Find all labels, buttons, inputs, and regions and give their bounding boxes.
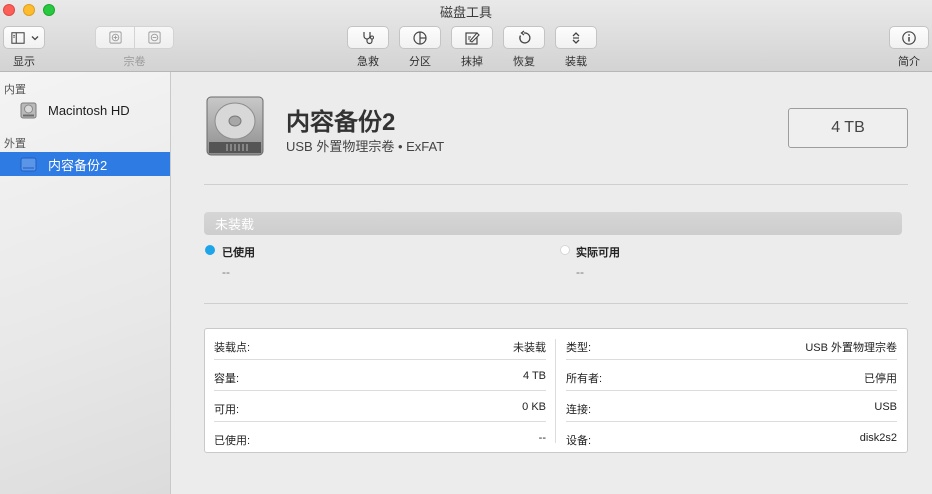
detail-row: 容量: 4 TB xyxy=(214,360,546,391)
sidebar-header-external: 外置 xyxy=(4,138,26,150)
internal-disk-icon xyxy=(20,102,37,118)
erase-icon xyxy=(465,31,480,45)
erase-label: 抹掉 xyxy=(461,56,483,68)
detail-value: USB 外置物理宗卷 xyxy=(805,342,897,354)
used-legend-label: 已使用 xyxy=(222,247,255,259)
detail-row: 可用: 0 KB xyxy=(214,391,546,422)
sidebar-item-label: Macintosh HD xyxy=(48,102,130,118)
available-legend-dot xyxy=(560,245,570,255)
erase-button[interactable] xyxy=(451,26,493,49)
info-button[interactable] xyxy=(889,26,929,49)
detail-key: 装载点: xyxy=(214,342,251,354)
mount-icon xyxy=(572,31,580,44)
restore-button[interactable] xyxy=(503,26,545,49)
hard-disk-icon xyxy=(206,96,264,156)
stethoscope-icon xyxy=(363,31,374,44)
divider xyxy=(204,184,908,185)
volume-name: 内容备份2 xyxy=(286,109,396,136)
remove-volume-button[interactable] xyxy=(134,27,173,48)
available-legend-label: 实际可用 xyxy=(576,247,620,259)
divider xyxy=(204,303,908,304)
first-aid-label: 急救 xyxy=(357,56,379,68)
details-table: 装载点: 未装载 容量: 4 TB 可用: 0 KB 已使用: -- 类型: U… xyxy=(204,328,908,453)
used-legend-dot xyxy=(205,245,215,255)
add-volume-button[interactable] xyxy=(96,27,134,48)
detail-value: USB xyxy=(874,401,897,413)
add-volume-icon xyxy=(108,31,122,44)
detail-key: 设备: xyxy=(566,435,592,447)
volume-label: 宗卷 xyxy=(123,56,146,68)
restore-icon xyxy=(519,29,531,44)
column-separator xyxy=(555,339,556,443)
info-icon xyxy=(902,30,916,45)
detail-key: 容量: xyxy=(214,373,240,385)
remove-volume-icon xyxy=(147,31,161,44)
detail-row: 连接: USB xyxy=(566,391,897,422)
sidebar-item-label: 内容备份2 xyxy=(48,157,108,173)
detail-key: 已使用: xyxy=(214,435,251,447)
mount-label: 装载 xyxy=(565,56,587,68)
detail-value: disk2s2 xyxy=(859,432,897,444)
info-label: 简介 xyxy=(898,56,920,68)
volume-subtitle: USB 外置物理宗卷 • ExFAT xyxy=(286,139,445,154)
window-title: 磁盘工具 xyxy=(439,5,492,20)
usage-bar: 未装载 xyxy=(204,212,902,235)
detail-row: 所有者: 已停用 xyxy=(566,360,897,391)
main-panel: 内容备份2 USB 外置物理宗卷 • ExFAT 4 TB 未装载 已使用 --… xyxy=(172,72,932,494)
partition-icon xyxy=(413,30,427,45)
mount-button[interactable] xyxy=(555,26,597,49)
available-value: -- xyxy=(576,265,584,279)
sidebar-item-backup-volume[interactable]: 内容备份2 xyxy=(0,152,170,176)
detail-row: 类型: USB 外置物理宗卷 xyxy=(566,329,897,360)
detail-key: 所有者: xyxy=(566,373,603,385)
first-aid-button[interactable] xyxy=(347,26,389,49)
detail-row: 装载点: 未装载 xyxy=(214,329,546,360)
detail-value: 未装载 xyxy=(513,342,546,354)
external-disk-icon xyxy=(20,157,37,171)
restore-label: 恢复 xyxy=(513,56,535,68)
detail-key: 连接: xyxy=(566,404,592,416)
detail-row: 已使用: -- xyxy=(214,422,546,453)
sidebar-item-macintosh-hd[interactable]: Macintosh HD xyxy=(0,98,170,122)
detail-key: 类型: xyxy=(566,342,592,354)
partition-button[interactable] xyxy=(399,26,441,49)
volume-size-box: 4 TB xyxy=(788,108,908,148)
sidebar-header-internal: 内置 xyxy=(4,84,26,96)
sidebar-icon xyxy=(11,31,25,44)
detail-value: 0 KB xyxy=(522,401,546,413)
used-value: -- xyxy=(222,265,230,279)
detail-key: 可用: xyxy=(214,404,240,416)
volume-segmented-control xyxy=(95,26,174,49)
detail-value: 4 TB xyxy=(522,370,546,382)
detail-value: -- xyxy=(538,432,546,444)
partition-label: 分区 xyxy=(409,56,431,68)
view-button[interactable] xyxy=(3,26,45,49)
detail-value: 已停用 xyxy=(864,373,897,385)
chevron-down-icon xyxy=(31,35,39,40)
detail-row: 设备: disk2s2 xyxy=(566,422,897,453)
toolbar: 磁盘工具 显示 宗卷 急救 分区 抹掉 恢复 装载 简介 xyxy=(0,0,932,72)
sidebar: 内置 Macintosh HD 外置 内容备份2 xyxy=(0,72,171,494)
view-label: 显示 xyxy=(13,56,35,68)
